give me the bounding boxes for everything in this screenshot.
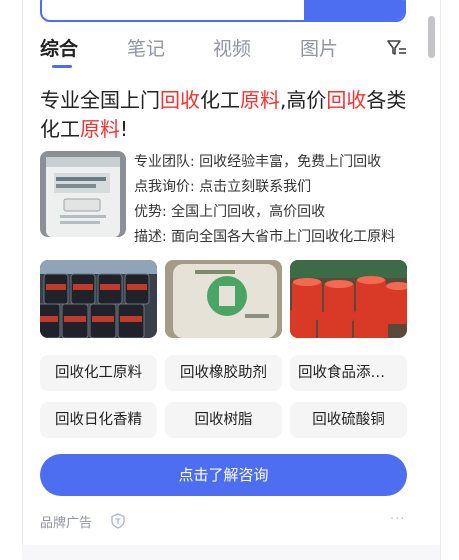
image-sacks[interactable] xyxy=(165,260,282,338)
chip-0[interactable]: 回收化工原料 xyxy=(40,355,157,391)
info-list: 专业团队: 回收经验丰富，免费上门回收 点我询价: 点击立刻联系我们 优势: 全… xyxy=(134,150,410,250)
scrollbar-thumb[interactable] xyxy=(428,16,435,58)
right-border xyxy=(440,0,441,560)
brand-ad-label: 品牌广告 xyxy=(40,516,93,531)
next-result-edge xyxy=(22,545,440,560)
brand-shield-icon[interactable] xyxy=(110,513,126,529)
tab-notes[interactable]: 笔记 xyxy=(127,34,165,61)
search-box[interactable] xyxy=(40,0,406,22)
title-highlight: 回收 xyxy=(326,88,367,112)
filter-icon[interactable] xyxy=(386,37,408,59)
info-line: 描述: 面向全国各大省市上门回收化工原料 xyxy=(134,229,396,245)
tab-bar: 综合 笔记 视频 图片 xyxy=(40,30,410,66)
search-button[interactable] xyxy=(304,0,404,20)
title-part: 专业全国上门 xyxy=(40,88,160,112)
active-tab-indicator xyxy=(52,65,72,68)
chip-5[interactable]: 回收硫酸铜 xyxy=(290,402,407,438)
tab-videos[interactable]: 视频 xyxy=(213,34,251,61)
info-line: 优势: 全国上门回收，高价回收 xyxy=(134,204,326,220)
image-barrels-dark[interactable] xyxy=(40,260,157,338)
title-part: ,高价 xyxy=(280,88,327,112)
search-result-page: 综合 笔记 视频 图片 专业全国上门回收化工原料,高价回收各类化工原料! 专业团… xyxy=(0,0,459,560)
title-part: ! xyxy=(120,117,129,141)
info-line: 点我询价: 点击立刻联系我们 xyxy=(134,179,312,195)
title-highlight: 原料 xyxy=(80,117,120,141)
more-dots-icon[interactable]: ··· xyxy=(390,512,405,527)
consult-button[interactable]: 点击了解咨询 xyxy=(40,454,407,496)
product-bag-thumbnail[interactable] xyxy=(40,151,126,237)
chip-2[interactable]: 回收食品添加剂 xyxy=(290,355,407,391)
info-line: 专业团队: 回收经验丰富，免费上门回收 xyxy=(134,154,382,170)
tab-images[interactable]: 图片 xyxy=(300,34,338,61)
left-border xyxy=(22,0,23,560)
chip-4[interactable]: 回收树脂 xyxy=(165,402,282,438)
image-barrels-red[interactable] xyxy=(290,260,407,338)
chip-1[interactable]: 回收橡胶助剂 xyxy=(165,355,282,391)
title-highlight: 回收 xyxy=(160,88,200,112)
tab-all[interactable]: 综合 xyxy=(40,34,78,61)
title-part: 化工 xyxy=(200,88,240,112)
result-title[interactable]: 专业全国上门回收化工原料,高价回收各类化工原料! xyxy=(40,86,412,144)
chip-3[interactable]: 回收日化香精 xyxy=(40,402,157,438)
title-highlight: 原料 xyxy=(240,88,280,112)
